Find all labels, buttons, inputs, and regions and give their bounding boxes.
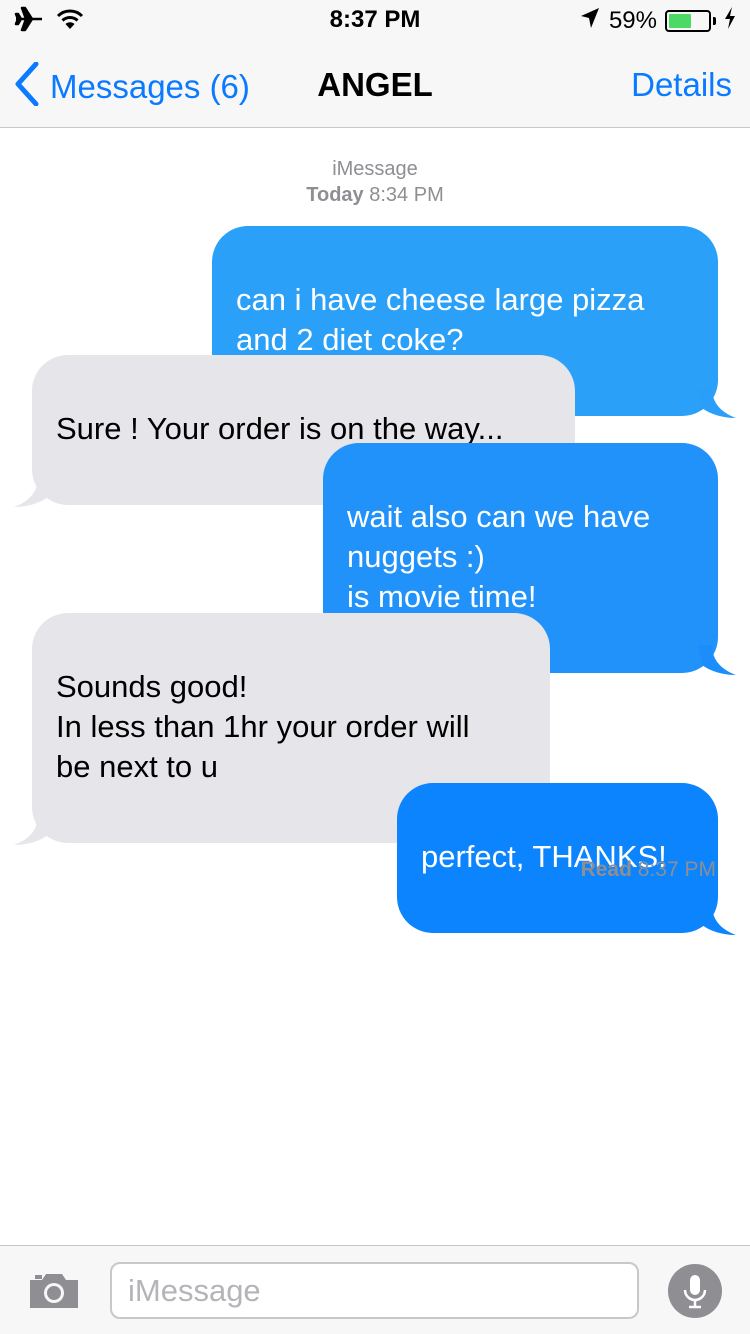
back-button-label: Messages (6) <box>50 67 250 105</box>
message-text: wait also can we have nuggets :) is movi… <box>347 499 651 614</box>
conversation-timestamp-header: iMessage Today 8:34 PM <box>0 156 750 208</box>
read-time: 8:37 PM <box>637 858 716 881</box>
battery-percent: 59% <box>608 6 657 34</box>
message-input[interactable] <box>110 1262 639 1319</box>
status-bar: 8:37 PM 59% <box>0 0 750 40</box>
bubble-tail <box>14 815 52 845</box>
location-icon <box>579 6 601 35</box>
bubble-tail <box>698 388 736 418</box>
bubble-tail <box>698 905 736 935</box>
bubble-tail <box>14 477 52 507</box>
read-receipt: Read 8:37 PM <box>581 858 716 882</box>
battery-level-fill <box>669 13 691 28</box>
timestamp-time: 8:34 PM <box>369 184 444 206</box>
battery-icon <box>665 9 711 32</box>
details-button[interactable]: Details <box>631 66 732 104</box>
microphone-button[interactable] <box>668 1264 722 1318</box>
bubble-tail <box>698 645 736 675</box>
message-text: Sounds good! In less than 1hr your order… <box>56 669 470 784</box>
camera-button[interactable] <box>28 1270 80 1315</box>
service-label: iMessage <box>332 158 418 180</box>
chevron-left-icon <box>14 61 40 111</box>
timestamp: Today 8:34 PM <box>0 182 750 208</box>
message-text: Sure ! Your order is on the way... <box>56 411 504 446</box>
timestamp-day: Today <box>306 184 364 206</box>
message-composer <box>0 1245 750 1334</box>
back-button[interactable]: Messages (6) <box>14 61 250 111</box>
message-text: can i have cheese large pizza and 2 diet… <box>236 282 645 357</box>
camera-icon <box>28 1274 80 1314</box>
read-label: Read <box>580 858 632 881</box>
charging-bolt-icon <box>724 7 736 34</box>
messages-screen: 8:37 PM 59% Messages (6) ANGEL Details i… <box>0 0 750 1334</box>
conversation-thread[interactable]: iMessage Today 8:34 PM can i have cheese… <box>0 128 750 1245</box>
navigation-bar: Messages (6) ANGEL Details <box>0 40 750 128</box>
status-right: 59% <box>579 6 736 35</box>
battery-nub <box>713 16 716 25</box>
